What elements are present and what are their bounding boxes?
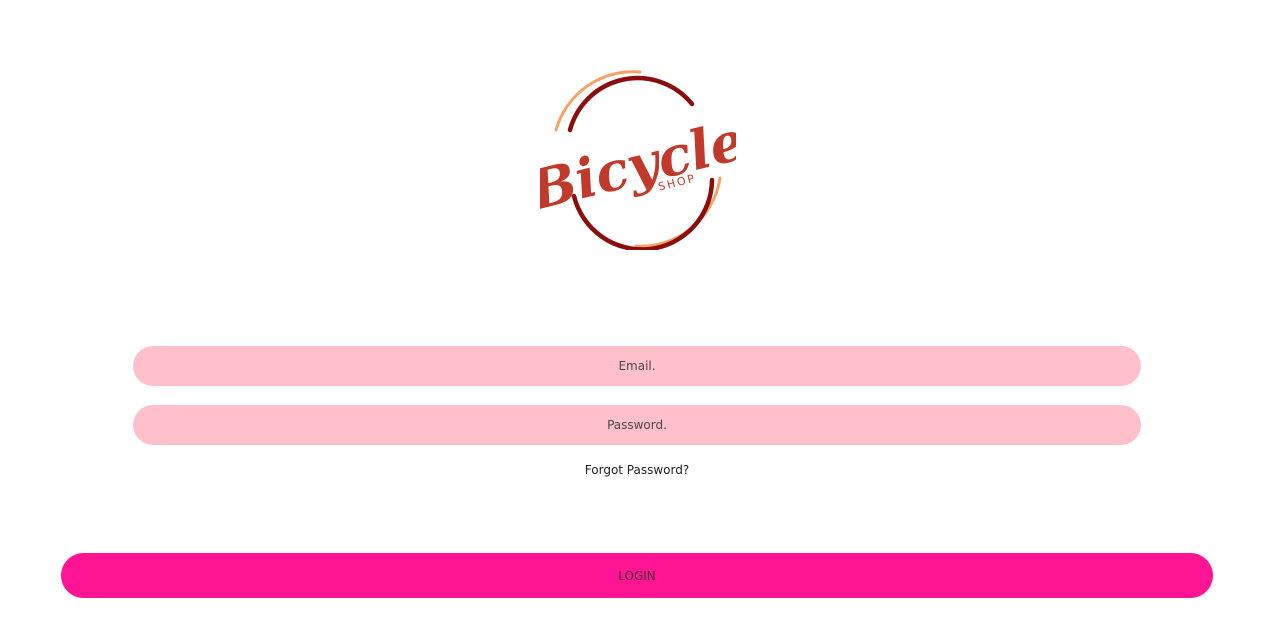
login-button[interactable]: LOGIN [61, 553, 1213, 598]
login-page: Bicycle SHOP Forgot Password? LOGIN [0, 0, 1280, 632]
bicycle-shop-logo: Bicycle SHOP [540, 68, 736, 250]
email-field[interactable] [133, 346, 1141, 386]
forgot-password-link[interactable]: Forgot Password? [0, 463, 1274, 477]
password-field[interactable] [133, 405, 1141, 445]
